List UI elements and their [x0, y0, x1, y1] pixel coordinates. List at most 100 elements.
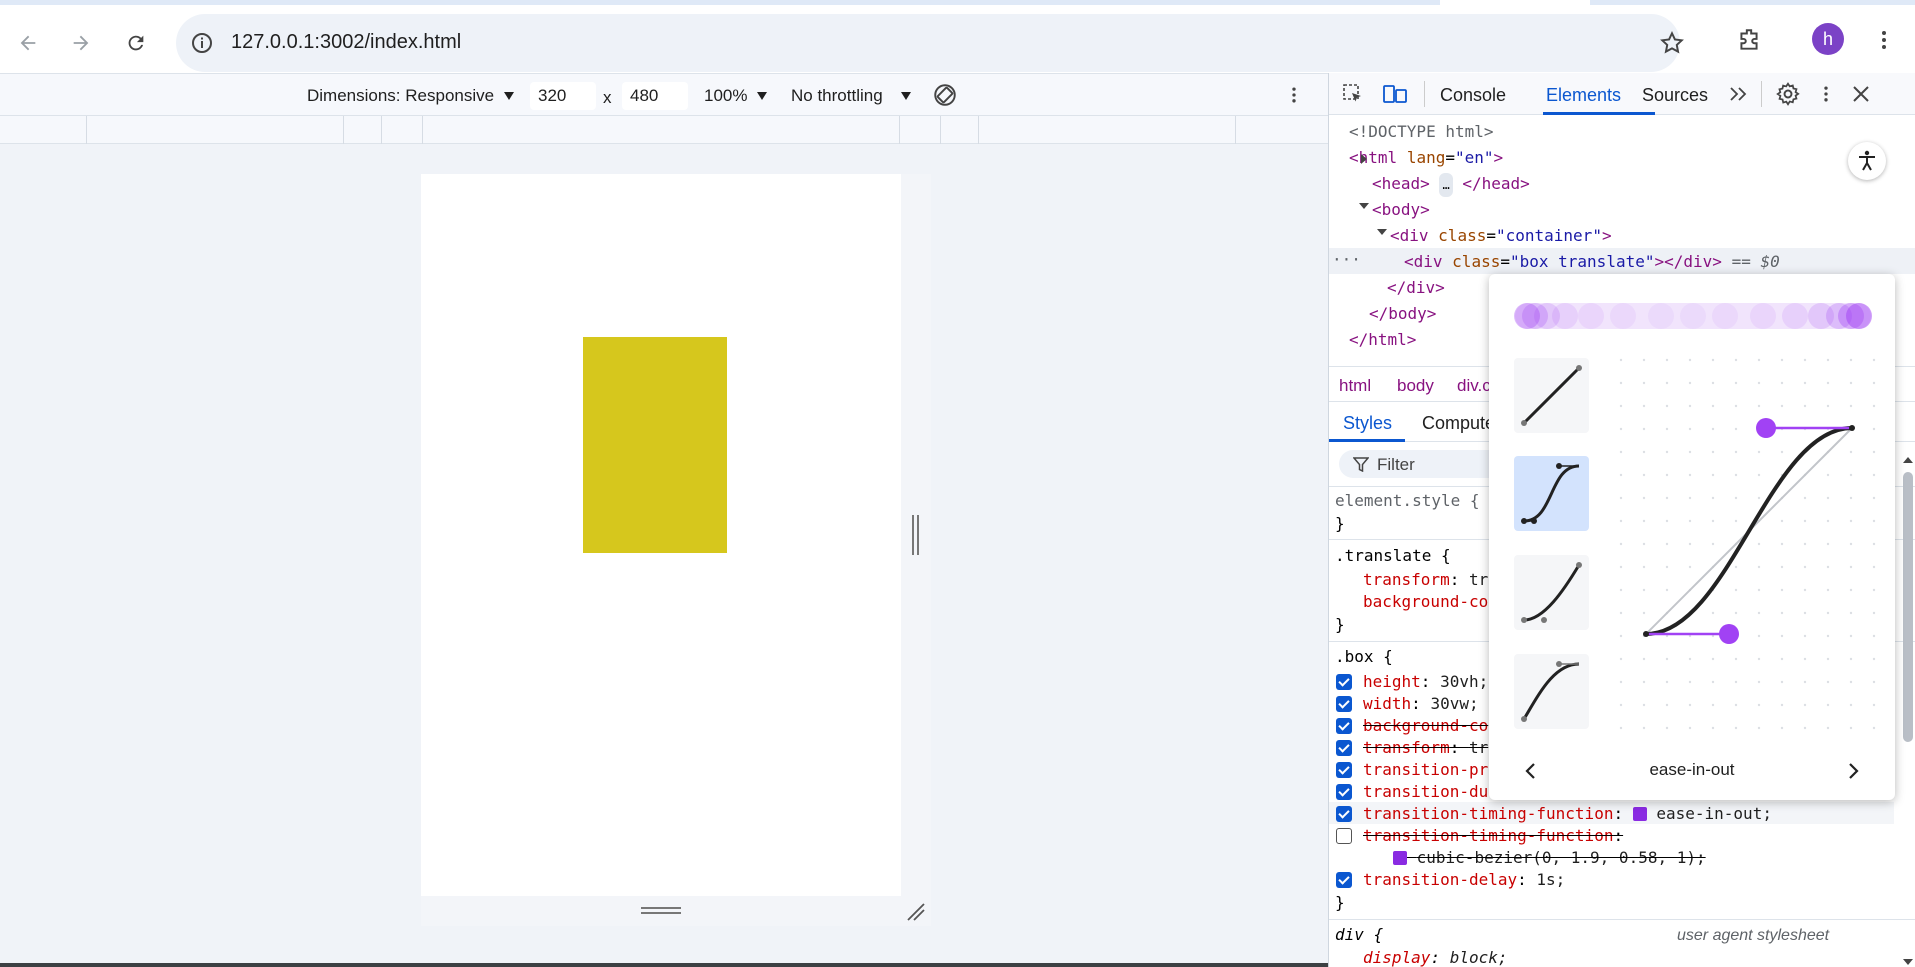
device-toggle-icon[interactable] [1382, 82, 1408, 106]
bookmark-star-icon[interactable] [1659, 30, 1685, 56]
dom-head[interactable]: <head> … </head> [1372, 172, 1530, 197]
back-button[interactable] [8, 23, 48, 63]
breadcrumb-html[interactable]: html [1339, 376, 1371, 396]
browser-menu-icon[interactable] [1872, 27, 1896, 53]
style-property-disabled[interactable]: transition-timing-function: [1363, 826, 1623, 845]
browser-toolbar: 127.0.0.1:3002/index.html h [0, 5, 1915, 73]
zoom-select[interactable]: 100% [704, 86, 747, 106]
dimensions-select[interactable]: Dimensions: Responsive [307, 86, 494, 106]
preset-linear[interactable] [1514, 358, 1589, 433]
dom-body-open[interactable]: <body> [1372, 198, 1430, 222]
style-property[interactable]: transform: tr [1363, 738, 1488, 757]
scroll-down-icon [1903, 959, 1913, 965]
close-devtools-icon[interactable] [1851, 84, 1871, 104]
collapse-triangle-icon[interactable] [1377, 228, 1387, 236]
profile-avatar[interactable]: h [1812, 23, 1844, 55]
extensions-icon[interactable] [1736, 27, 1762, 53]
dom-div-close[interactable]: </div> [1387, 276, 1445, 300]
element-style-selector[interactable]: element.style { [1335, 491, 1480, 510]
tab-computed[interactable]: Compute [1422, 413, 1495, 434]
style-property[interactable]: width: 30vw; [1363, 694, 1479, 713]
user-agent-label: user agent stylesheet [1677, 927, 1830, 944]
accessibility-button[interactable] [1848, 142, 1886, 180]
address-bar[interactable]: 127.0.0.1:3002/index.html [176, 14, 1684, 72]
height-input[interactable]: 480 [622, 82, 688, 110]
dom-body-close[interactable]: </body> [1369, 302, 1436, 326]
media-query-ruler[interactable] [0, 115, 1328, 145]
box-translate-element [583, 337, 727, 553]
rotate-icon[interactable] [932, 82, 958, 108]
tab-styles[interactable]: Styles [1343, 413, 1392, 434]
rule-close-brace: } [1335, 615, 1345, 634]
throttling-select[interactable]: No throttling [791, 86, 883, 106]
info-icon[interactable] [190, 31, 214, 55]
div-selector[interactable]: div { [1335, 925, 1383, 944]
property-checkbox-unchecked[interactable] [1336, 828, 1352, 844]
easing-swatch-icon[interactable] [1632, 807, 1647, 821]
more-options-icon[interactable] [1284, 84, 1304, 106]
dom-row-more-icon[interactable]: ··· [1332, 248, 1361, 272]
more-tabs-icon[interactable] [1729, 86, 1749, 102]
easing-swatch-icon[interactable] [1393, 851, 1407, 865]
property-checkbox[interactable] [1336, 872, 1352, 888]
collapse-triangle-icon[interactable] [1359, 202, 1369, 210]
device-toolbar: Dimensions: Responsive 320 x 480 100% No… [0, 73, 1328, 115]
property-checkbox[interactable] [1336, 806, 1352, 822]
dom-container-div[interactable]: <div class="container"> [1390, 224, 1612, 248]
resize-corner-icon[interactable] [906, 902, 926, 922]
expand-triangle-icon[interactable] [1360, 154, 1368, 164]
property-checkbox[interactable] [1336, 762, 1352, 778]
style-property[interactable]: transition-pr [1363, 760, 1488, 779]
width-input[interactable]: 320 [530, 82, 596, 110]
tab-sources[interactable]: Sources [1642, 85, 1708, 106]
url-text[interactable]: 127.0.0.1:3002/index.html [231, 31, 461, 54]
breadcrumb-body[interactable]: body [1397, 376, 1434, 396]
resize-handle-right[interactable] [911, 515, 921, 555]
style-property-value[interactable]: cubic-bezier(0, 1.9, 0.58, 1); [1393, 848, 1706, 867]
filter-icon [1353, 457, 1369, 472]
box-selector[interactable]: .box { [1335, 647, 1393, 666]
resize-handle-bottom[interactable] [641, 906, 681, 916]
style-property[interactable]: background-co [1363, 592, 1488, 611]
control-point-1[interactable] [1719, 624, 1739, 644]
scroll-up-icon [1903, 457, 1913, 463]
translate-selector[interactable]: .translate { [1335, 546, 1451, 565]
times-sign: x [603, 88, 612, 107]
dom-doctype[interactable]: <!DOCTYPE html> [1349, 120, 1494, 144]
style-property[interactable]: transition-delay: 1s; [1363, 870, 1565, 889]
property-checkbox[interactable] [1336, 784, 1352, 800]
ease-out-curve-icon [1521, 661, 1580, 722]
property-checkbox[interactable] [1336, 718, 1352, 734]
devtools-menu-icon[interactable] [1816, 83, 1836, 105]
next-preset-icon[interactable] [1847, 762, 1861, 780]
inspect-element-icon[interactable] [1341, 82, 1365, 106]
reload-button[interactable] [116, 23, 156, 63]
preset-ease-in[interactable] [1514, 555, 1589, 630]
accessibility-icon [1859, 150, 1875, 171]
property-checkbox[interactable] [1336, 674, 1352, 690]
style-property[interactable]: background-co [1363, 716, 1488, 735]
style-property: display: block; [1363, 948, 1508, 967]
property-checkbox[interactable] [1336, 740, 1352, 756]
ease-in-curve-icon [1521, 562, 1582, 623]
devtools-tabbar: Console Elements Sources [1329, 73, 1915, 115]
bezier-curve-editor[interactable] [1619, 358, 1885, 738]
settings-gear-icon[interactable] [1775, 81, 1801, 107]
tab-console[interactable]: Console [1440, 85, 1506, 106]
dom-html-close[interactable]: </html> [1349, 328, 1416, 352]
tab-elements[interactable]: Elements [1546, 85, 1621, 106]
styles-scrollbar[interactable] [1901, 454, 1913, 967]
preset-ease-out[interactable] [1514, 654, 1589, 729]
dom-html-open[interactable]: <html lang="en"> [1349, 146, 1503, 170]
forward-arrow-icon [73, 35, 89, 51]
style-property[interactable]: height: 30vh; [1363, 672, 1488, 691]
property-checkbox[interactable] [1336, 696, 1352, 712]
style-property[interactable]: transition-du [1363, 782, 1488, 801]
control-point-2[interactable] [1756, 418, 1776, 438]
style-property-timing[interactable]: transition-timing-function: ease-in-out; [1363, 804, 1772, 823]
style-property[interactable]: transform: tr [1363, 570, 1488, 589]
dom-box-div[interactable]: <div class="box translate"></div> == $0 [1404, 250, 1780, 274]
preset-ease-in-out[interactable] [1514, 456, 1589, 531]
forward-button[interactable] [61, 23, 101, 63]
breadcrumb-div[interactable]: div.c [1457, 376, 1491, 396]
